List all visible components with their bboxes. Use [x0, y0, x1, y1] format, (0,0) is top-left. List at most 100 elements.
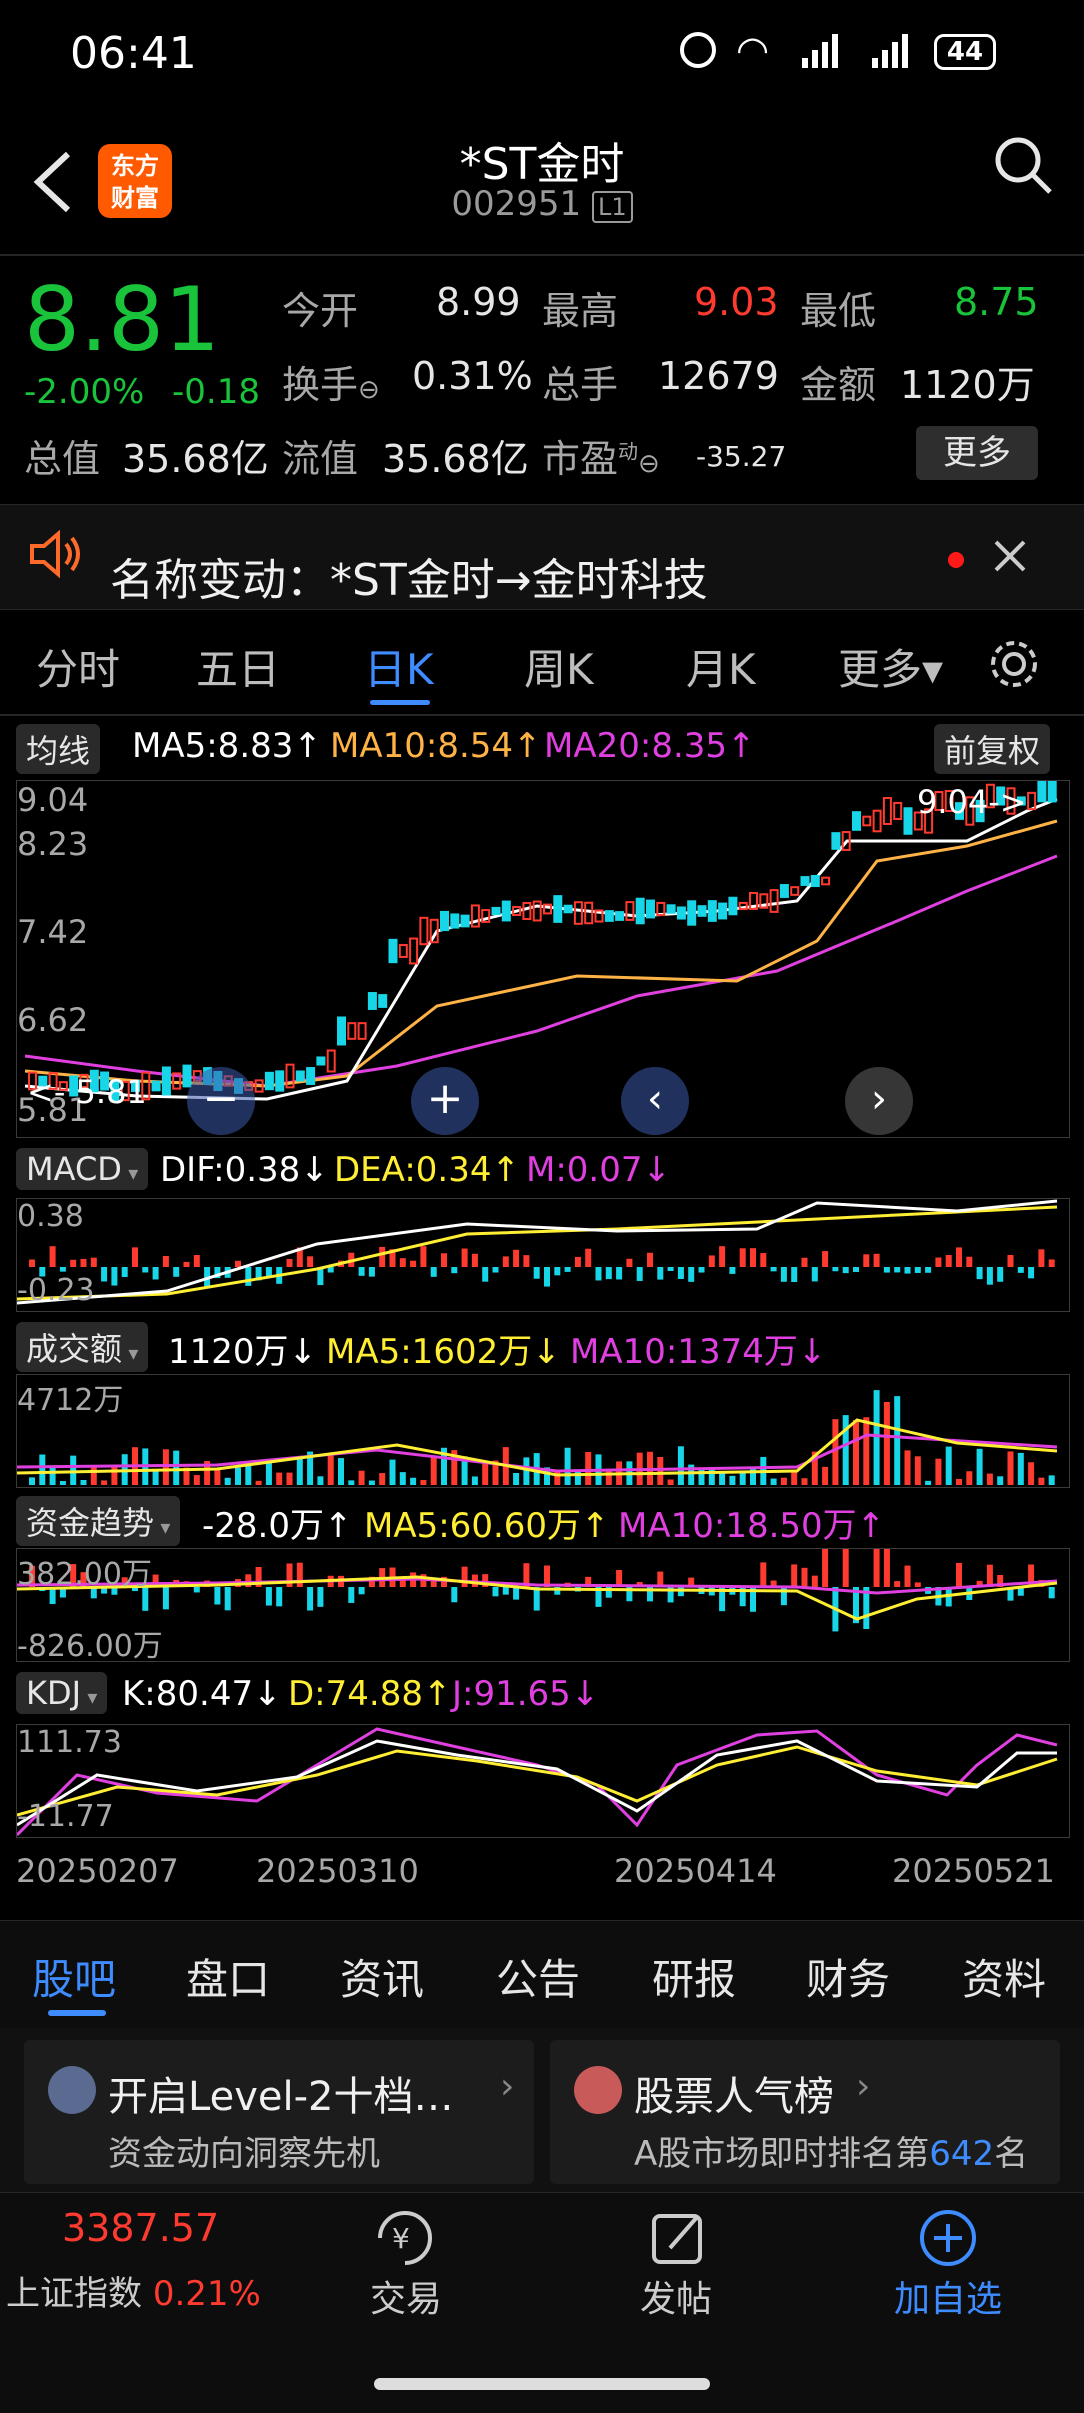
bar	[533, 1267, 540, 1279]
tab-research[interactable]: 研报	[652, 1946, 736, 2007]
tab-day-k[interactable]: 日K	[364, 636, 434, 697]
bar	[822, 1466, 829, 1485]
bar	[935, 1458, 942, 1485]
tab-guba[interactable]: 股吧	[32, 1946, 116, 2007]
tab-pankou[interactable]: 盘口	[186, 1946, 270, 2007]
fund-bottom: -826.00万	[17, 1629, 163, 1664]
tab-news[interactable]: 资讯	[340, 1946, 424, 2007]
bar	[595, 1267, 602, 1281]
post-button[interactable]: 发帖	[640, 2270, 712, 2322]
bar	[883, 1401, 890, 1485]
zoom-in-button[interactable]: +	[411, 1067, 479, 1135]
candle	[501, 900, 511, 922]
info-icon: ⊖	[638, 449, 660, 479]
adjust-selector[interactable]: 前复权	[934, 724, 1051, 774]
bar	[317, 1476, 324, 1485]
pe-value: -35.27	[696, 440, 787, 473]
candle	[852, 811, 861, 831]
bar	[605, 1267, 612, 1280]
tab-five-day[interactable]: 五日	[196, 636, 280, 697]
volume-selector[interactable]: 成交额 ▾	[16, 1322, 149, 1372]
bar	[461, 1248, 468, 1267]
bar	[101, 1480, 108, 1485]
bar	[111, 1267, 118, 1286]
ma10-value: MA10:8.54↑	[330, 726, 542, 766]
bar	[956, 1562, 962, 1587]
bar	[770, 1267, 777, 1272]
kdj-chart[interactable]: 111.73 -11.77	[16, 1724, 1070, 1838]
bar	[420, 1479, 427, 1485]
kdj-selector[interactable]: KDJ ▾	[16, 1672, 108, 1714]
date-label: 20250521	[892, 1852, 1055, 1890]
popularity-card[interactable]: 股票人气榜 › A股市场即时排名第642名	[550, 2040, 1060, 2184]
more-button[interactable]: 更多	[916, 426, 1038, 480]
tab-profile[interactable]: 资料	[962, 1946, 1046, 2007]
fund-selector[interactable]: 资金趋势 ▾	[16, 1496, 181, 1546]
bar	[894, 1396, 901, 1485]
bar	[791, 1267, 798, 1283]
scroll-left-button[interactable]: ‹	[621, 1067, 689, 1135]
tab-announcement[interactable]: 公告	[496, 1946, 580, 2007]
date-label: 20250207	[16, 1852, 179, 1890]
card-subtitle: 资金动向洞察先机	[108, 2134, 380, 2174]
info-tabs: 股吧 盘口 资讯 公告 研报 财务 资料	[0, 1946, 1084, 2006]
scroll-right-button[interactable]: ›	[845, 1067, 913, 1135]
bar	[451, 1267, 458, 1274]
bar	[997, 1267, 1004, 1282]
add-watchlist-button[interactable]: 加自选	[894, 2270, 1002, 2322]
macd-chart[interactable]: 0.38 -0.23	[16, 1198, 1070, 1312]
candle	[666, 904, 676, 914]
bar	[863, 1417, 870, 1485]
tab-week-k[interactable]: 周K	[524, 636, 594, 697]
bar	[441, 1253, 447, 1267]
bar	[1028, 1267, 1035, 1279]
kline-chart[interactable]: 9.04 8.23 7.42 6.62 5.81 9.04-> <- 5.81 …	[16, 780, 1070, 1138]
candle	[419, 916, 429, 946]
zoom-out-button[interactable]: −	[187, 1067, 255, 1135]
trade-button[interactable]: 交易	[370, 2270, 442, 2322]
tab-more[interactable]: 更多▾	[838, 636, 943, 697]
tab-month-k[interactable]: 月K	[686, 636, 756, 697]
bar	[420, 1246, 427, 1267]
bar	[255, 1480, 262, 1485]
bar	[853, 1420, 859, 1485]
fund-current: -28.0万↑	[202, 1506, 353, 1546]
index-value[interactable]: 3387.57	[62, 2206, 219, 2250]
home-indicator	[374, 2378, 710, 2390]
level2-card[interactable]: 开启Level-2十档… › 资金动向洞察先机	[24, 2040, 534, 2184]
bar	[863, 1254, 870, 1267]
bar	[719, 1472, 726, 1485]
bar	[49, 1467, 56, 1485]
stock-code: 002951 L1	[0, 184, 1084, 224]
status-time: 06:41	[70, 28, 197, 79]
macd-selector[interactable]: MACD ▾	[16, 1148, 149, 1190]
close-icon[interactable]	[990, 536, 1030, 580]
candle	[409, 937, 419, 965]
bar	[162, 1449, 169, 1485]
bar	[842, 1267, 849, 1274]
tab-intraday[interactable]: 分时	[36, 636, 120, 697]
candle	[378, 994, 388, 1008]
bar	[904, 1450, 911, 1485]
volume-chart[interactable]: 4712万	[16, 1374, 1070, 1488]
candle	[543, 903, 552, 915]
card-subtitle: A股市场即时排名第642名	[634, 2134, 1029, 2174]
wifi-icon: ◠	[736, 28, 770, 72]
kdj-j: J:91.65↓	[452, 1674, 600, 1714]
bar	[832, 1419, 839, 1485]
fund-chart[interactable]: 382.00万 -826.00万	[16, 1548, 1070, 1664]
bar	[523, 1457, 530, 1485]
bar	[90, 1465, 97, 1485]
bar	[626, 1258, 633, 1267]
bar	[70, 1455, 77, 1485]
search-icon[interactable]	[992, 134, 1056, 202]
notice-text[interactable]: 名称变动：*ST金时→金时科技	[110, 544, 708, 608]
macd-dif: DIF:0.38↓	[160, 1150, 329, 1190]
bar	[616, 1267, 623, 1280]
index-name: 上证指数 0.21%	[6, 2274, 261, 2314]
bar	[585, 1451, 592, 1485]
ma-selector[interactable]: 均线	[16, 724, 101, 774]
tab-finance[interactable]: 财务	[806, 1946, 890, 2007]
settings-gear-icon[interactable]	[986, 636, 1042, 696]
low-label: 最低	[800, 289, 877, 333]
